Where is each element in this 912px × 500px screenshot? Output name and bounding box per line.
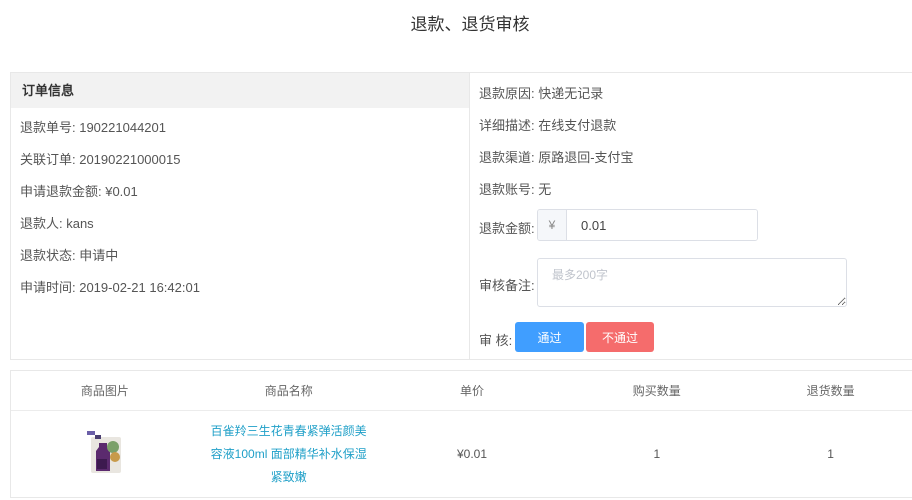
currency-prefix: ¥: [538, 210, 567, 240]
refund-channel: 退款渠道: 原路退回-支付宝: [479, 150, 634, 165]
table-row: 百雀羚三生花青春紧弹活颜美容液100ml 面部精华补水保湿紧致嫩 ¥0.01 1…: [11, 411, 912, 497]
order-info-section: 订单信息 退款单号: 190221044201 关联订单: 2019022100…: [11, 73, 470, 359]
apply-amount: 申请退款金额: ¥0.01: [20, 184, 138, 199]
goods-name-link[interactable]: 百雀羚三生花青春紧弹活颜美容液100ml 面部精华补水保湿紧致嫩: [209, 420, 369, 489]
review-note-textarea[interactable]: [537, 258, 847, 307]
goods-table-header: 商品图片 商品名称 单价 购买数量 退货数量: [11, 371, 912, 411]
product-image[interactable]: [85, 429, 125, 479]
related-order: 关联订单: 20190221000015: [20, 152, 181, 167]
refund-number: 退款单号: 190221044201: [20, 120, 166, 135]
page-title: 退款、退货审核: [410, 15, 530, 34]
goods-name-cell: 百雀羚三生花青春紧弹活颜美容液100ml 面部精华补水保湿紧致嫩: [199, 411, 379, 497]
refund-amount-field: ¥: [537, 209, 758, 241]
review-note-label: 审核备注:: [479, 278, 535, 293]
goods-image-cell: [11, 411, 199, 497]
header-goods-image: 商品图片: [80, 384, 129, 398]
approve-button[interactable]: 通过: [515, 322, 584, 352]
refund-amount-input[interactable]: [567, 210, 757, 240]
refund-status: 退款状态: 申请中: [20, 248, 119, 263]
apply-time: 申请时间: 2019-02-21 16:42:01: [20, 280, 200, 295]
goods-table: 商品图片 商品名称 单价 购买数量 退货数量 百雀羚三生花青春紧弹活颜美容液10…: [10, 370, 912, 498]
order-info-header: 订单信息: [11, 73, 469, 108]
buy-quantity-cell: 1: [653, 447, 661, 461]
refund-reason: 退款原因: 快递无记录: [479, 86, 604, 101]
refund-detail-section: 退款原因: 快递无记录 详细描述: 在线支付退款 退款渠道: 原路退回-支付宝 …: [471, 73, 912, 359]
header-return-quantity: 退货数量: [806, 384, 855, 398]
review-label: 审 核:: [479, 333, 513, 348]
header-goods-name: 商品名称: [264, 384, 313, 398]
unit-price-cell: ¥0.01: [456, 447, 487, 461]
refund-description: 详细描述: 在线支付退款: [479, 118, 617, 133]
return-quantity-cell: 1: [827, 447, 834, 461]
header-unit-price: 单价: [459, 384, 484, 398]
refund-account: 退款账号: 无: [479, 182, 552, 197]
reject-button[interactable]: 不通过: [586, 322, 654, 352]
refund-info-panel: 订单信息 退款单号: 190221044201 关联订单: 2019022100…: [10, 72, 912, 360]
header-buy-quantity: 购买数量: [632, 384, 681, 398]
refunder: 退款人: kans: [20, 216, 94, 231]
refund-amount-label: 退款金额:: [479, 221, 535, 236]
